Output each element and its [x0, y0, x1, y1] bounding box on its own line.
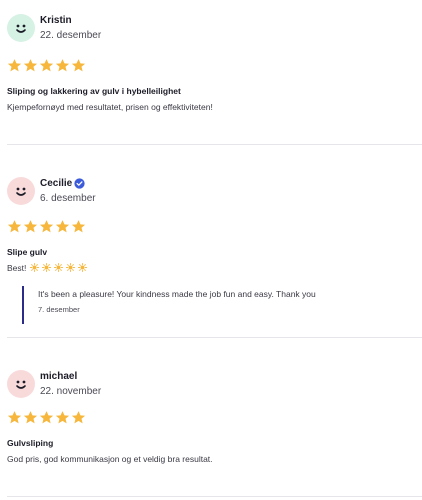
star-icon [39, 59, 54, 72]
reviewer-name: michael [40, 371, 78, 382]
divider [7, 337, 422, 338]
sun-icon [53, 263, 63, 272]
review-card: Cecilie 6. desember Slipe gulv Best! It'… [0, 177, 422, 347]
star-icon [23, 411, 38, 424]
reviews-list: Kristin 22. desember Sliping og lakkerin… [0, 0, 422, 500]
review-card: Kristin 22. desember Sliping og lakkerin… [0, 14, 422, 154]
star-icon [7, 411, 22, 424]
star-icon [23, 220, 38, 233]
reviewer-header: Cecilie 6. desember [7, 177, 207, 205]
review-card: michael 22. november Gulvsliping God pri… [0, 370, 422, 500]
review-text: Best! [7, 263, 27, 273]
smiley-face-icon [7, 370, 35, 398]
review-text-row: Best! [7, 262, 90, 274]
reply-bar [22, 286, 24, 324]
owner-reply: It's been a pleasure! Your kindness made… [22, 286, 412, 324]
reviewer-header: michael 22. november [7, 370, 207, 398]
review-date: 22. november [40, 386, 102, 397]
star-icon [7, 220, 22, 233]
star-icon [7, 59, 22, 72]
sun-icon [65, 263, 75, 272]
star-icon [23, 59, 38, 72]
reply-text: It's been a pleasure! Your kindness made… [38, 289, 316, 299]
verified-badge-icon [74, 178, 85, 189]
star-icon [71, 59, 86, 72]
review-text: Kjempefornøyd med resultatet, prisen og … [7, 102, 213, 112]
smiley-face-icon [7, 14, 35, 42]
star-icon [39, 411, 54, 424]
star-icon [55, 220, 70, 233]
star-rating [7, 410, 86, 426]
reviewer-name: Cecilie [40, 178, 73, 189]
avatar [7, 370, 35, 398]
review-date: 6. desember [40, 193, 96, 204]
sun-icon [29, 263, 39, 272]
star-rating [7, 58, 86, 74]
sun-icon [77, 263, 87, 272]
review-text: God pris, god kommunikasjon og et veldig… [7, 454, 213, 464]
star-rating [7, 219, 86, 235]
star-icon [71, 411, 86, 424]
smiley-face-icon [7, 177, 35, 205]
star-icon [71, 220, 86, 233]
avatar [7, 177, 35, 205]
review-date: 22. desember [40, 30, 102, 41]
review-title: Gulvsliping [7, 438, 54, 448]
divider [7, 144, 422, 145]
star-icon [55, 411, 70, 424]
reviewer-name: Kristin [40, 15, 72, 26]
reviewer-header: Kristin 22. desember [7, 14, 207, 42]
avatar [7, 14, 35, 42]
sun-icon [41, 263, 51, 272]
review-title: Slipe gulv [7, 247, 48, 257]
review-title: Sliping og lakkering av gulv i hybelleil… [7, 86, 181, 96]
divider [7, 496, 422, 497]
reply-date: 7. desember [38, 305, 80, 314]
sun-icon-group [27, 263, 89, 273]
star-icon [39, 220, 54, 233]
star-icon [55, 59, 70, 72]
